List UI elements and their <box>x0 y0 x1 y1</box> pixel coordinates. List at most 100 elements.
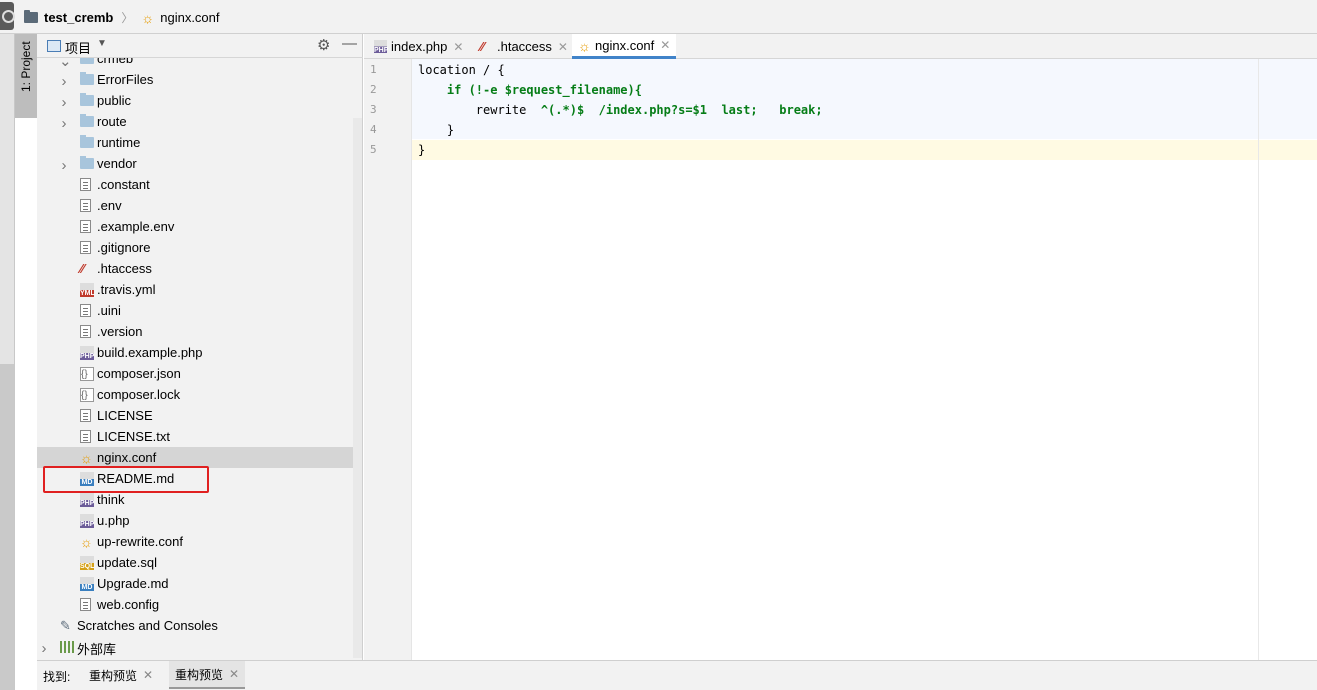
tree-item[interactable]: › vendor <box>37 153 355 174</box>
line-number-gutter: 1 2 3 4 5 <box>364 59 412 660</box>
line-number: 5 <box>370 143 377 156</box>
php-file-icon: PHP <box>80 493 94 507</box>
tree-item[interactable]: web.config <box>37 594 355 615</box>
tree-item[interactable]: MD Upgrade.md <box>37 573 355 594</box>
tree-item[interactable]: SQL update.sql <box>37 552 355 573</box>
tree-item[interactable]: .constant <box>37 174 355 195</box>
tool-window-tab-label: 1: Project <box>19 41 33 92</box>
json-file-icon: {} <box>80 388 94 402</box>
chevron-right-icon[interactable]: › <box>39 640 49 657</box>
find-result-tab[interactable]: 重构预览 ✕ <box>83 661 159 689</box>
project-tree: ⌄ crmeb › ErrorFiles › public › route runtime › ve… <box>37 58 363 660</box>
code-token: } <box>418 123 455 137</box>
breadcrumb-file[interactable]: nginx.conf <box>160 10 219 25</box>
minimize-icon[interactable]: — <box>342 35 357 52</box>
tree-item-label: .htaccess <box>97 261 152 276</box>
editor-tab[interactable]: PHP index.php ✕ <box>368 34 469 59</box>
tree-item[interactable]: LICENSE <box>37 405 355 426</box>
tree-item[interactable]: PHP think <box>37 489 355 510</box>
scrollbar[interactable] <box>353 118 362 658</box>
text-file-icon <box>80 304 91 317</box>
code-token: ^(.*)$ /index.php?s=$1 last; break; <box>540 103 823 117</box>
chevron-right-icon[interactable]: › <box>59 115 69 132</box>
tree-item-label: build.example.php <box>97 345 203 360</box>
navigation-bar: test_cremb 〉 ☼ nginx.conf <box>0 0 1317 34</box>
tree-item-label: .travis.yml <box>97 282 156 297</box>
tree-item[interactable]: .env <box>37 195 355 216</box>
code-token: } <box>418 143 426 157</box>
tree-item[interactable]: › ErrorFiles <box>37 69 355 90</box>
find-label: 找到: <box>43 670 71 684</box>
gear-icon[interactable]: ⚙ <box>317 36 330 54</box>
code-editor[interactable]: 1 2 3 4 5 location / { if (!-e $request_file… <box>364 59 1317 660</box>
code-line[interactable]: rewrite ^(.*)$ /index.php?s=$1 last; bre… <box>412 100 1317 120</box>
config-file-icon: ☼ <box>578 37 591 54</box>
tree-item[interactable]: › route <box>37 111 355 132</box>
editor-tab[interactable]: ☼ nginx.conf ✕ <box>572 34 677 59</box>
tree-item-label: u.php <box>97 513 130 528</box>
close-icon[interactable]: ✕ <box>229 667 239 681</box>
tree-item-label: composer.lock <box>97 387 181 402</box>
code-token: if (!-e $request_filename){ <box>446 83 642 97</box>
sql-file-icon: SQL <box>80 556 94 570</box>
tree-item[interactable]: {} composer.lock <box>37 384 355 405</box>
tree-item[interactable]: MD README.md <box>37 468 355 489</box>
tree-item[interactable]: runtime <box>37 132 355 153</box>
tree-item[interactable]: .uini <box>37 300 355 321</box>
tree-item[interactable]: PHP build.example.php <box>37 342 355 363</box>
tree-item[interactable]: ✎ Scratches and Consoles <box>37 615 355 636</box>
line-number: 4 <box>370 123 377 136</box>
find-result-tab[interactable]: 重构预览 ✕ <box>169 661 246 689</box>
php-file-icon: PHP <box>80 514 94 528</box>
code-line[interactable]: } <box>412 120 1317 140</box>
find-result-tab-label: 重构预览 <box>175 667 224 682</box>
tree-item[interactable]: .example.env <box>37 216 355 237</box>
editor-tab-label: nginx.conf <box>595 37 655 53</box>
tree-item-label: Upgrade.md <box>97 576 169 591</box>
close-icon[interactable]: ✕ <box>660 38 670 52</box>
php-file-icon: PHP <box>374 40 388 54</box>
tree-item[interactable]: › public <box>37 90 355 111</box>
tree-item[interactable]: .gitignore <box>37 237 355 258</box>
chevron-right-icon[interactable]: › <box>59 94 69 111</box>
close-icon[interactable]: ✕ <box>143 668 153 682</box>
close-icon[interactable]: ✕ <box>453 40 463 54</box>
tree-item-label: route <box>97 114 127 129</box>
text-file-icon <box>80 325 91 338</box>
tree-item[interactable]: › 外部库 <box>37 636 355 657</box>
tree-item[interactable]: ☼ nginx.conf <box>37 447 355 468</box>
code-line[interactable]: location / { <box>412 60 1317 80</box>
tree-item[interactable]: ☼ up-rewrite.conf <box>37 531 355 552</box>
tree-item-label: composer.json <box>97 366 181 381</box>
tree-item[interactable]: YML .travis.yml <box>37 279 355 300</box>
left-tool-strip <box>0 34 15 690</box>
folder-icon <box>80 114 94 127</box>
chevron-right-icon[interactable]: › <box>59 73 69 90</box>
tree-item[interactable]: LICENSE.txt <box>37 426 355 447</box>
editor-tab[interactable]: ⁄⁄ .htaccess ✕ <box>474 34 574 59</box>
htaccess-file-icon: ⁄⁄ <box>480 39 485 54</box>
php-file-icon: PHP <box>80 346 94 360</box>
tree-item[interactable]: PHP u.php <box>37 510 355 531</box>
breadcrumb-project[interactable]: test_cremb <box>44 10 113 25</box>
folder-icon <box>24 10 38 23</box>
tree-item-label: update.sql <box>97 555 157 570</box>
project-panel-title[interactable]: 项目 <box>65 38 91 57</box>
code-line[interactable]: } <box>412 140 1317 160</box>
project-view-icon <box>47 40 61 52</box>
chevron-down-icon[interactable]: ▼ <box>97 38 107 49</box>
chevron-right-icon[interactable]: › <box>59 157 69 174</box>
tree-item-label: .env <box>97 198 122 213</box>
find-tool-bar: 找到: 重构预览 ✕ 重构预览 ✕ <box>37 660 1317 690</box>
tree-item[interactable]: ⁄⁄ .htaccess <box>37 258 355 279</box>
tree-item[interactable]: {} composer.json <box>37 363 355 384</box>
close-icon[interactable]: ✕ <box>558 40 568 54</box>
tree-item[interactable]: .version <box>37 321 355 342</box>
chevron-right-icon: 〉 <box>121 11 134 25</box>
tree-item[interactable]: ⌄ crmeb <box>37 58 355 70</box>
code-line[interactable]: if (!-e $request_filename){ <box>412 80 1317 100</box>
tree-item-label: vendor <box>97 156 137 171</box>
tool-window-tab-project[interactable]: 1: Project <box>15 34 37 118</box>
text-file-icon <box>80 220 91 233</box>
text-file-icon <box>80 178 91 191</box>
